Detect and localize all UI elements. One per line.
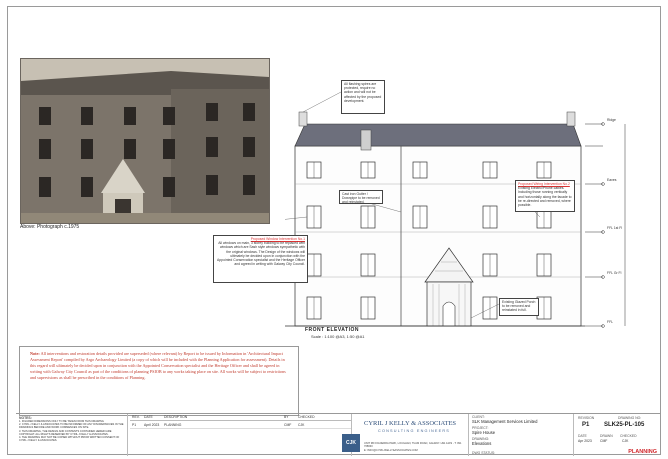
firm-email: E: INFO@CYRILJKELLY&ASSOCIATES.COM <box>364 449 418 452</box>
client-name: SLK Management Services Limited <box>472 419 538 424</box>
callout-wiring: Proposed Wiring Intervention No.2 Existi… <box>515 180 575 212</box>
drawn-label: DRAWN <box>600 434 613 438</box>
revision-label: REVISION <box>578 416 595 420</box>
level-label-ffl: FFL <box>607 320 614 324</box>
rev-desc-cell: PLANNING <box>164 422 182 427</box>
rev-by-cell: CMF <box>284 422 292 427</box>
drawn-value: CMF <box>600 439 608 443</box>
rev-header-checked: CHECKED <box>298 415 315 419</box>
rev-checked-cell: CJK <box>298 422 305 427</box>
date-label: DATE <box>578 434 587 438</box>
meta-block: REVISION P1 DRAWING NO: SLK25-PL-105 DAT… <box>574 414 661 456</box>
level-label-ridge: Ridge <box>607 118 616 122</box>
planning-note-body: All interventions and restoration detail… <box>30 351 286 380</box>
front-elevation-drawing: Ridge Eaves FFL 1st Fl FFL Gr Fl FFL All… <box>184 72 659 344</box>
planning-note-label: Note: <box>30 351 40 356</box>
rev-cell: P1 <box>132 422 137 427</box>
callout-porch: Existing Glazed Porch to be removed and … <box>499 298 539 316</box>
elevation-title: FRONT ELEVATION <box>305 327 359 333</box>
revision-value: P1 <box>582 422 590 428</box>
level-label-first-floor: FFL 1st Fl <box>607 226 623 230</box>
firm-logo-text: CJK <box>345 440 356 446</box>
callout-wiring-text: Existing Electric/Phone cables. Includin… <box>518 186 572 208</box>
firm-subtitle: CONSULTING ENGINEERS <box>378 429 451 433</box>
rev-header-rev: REV. <box>132 415 140 419</box>
firm-name: CYRIL J KELLY & ASSOCIATES <box>364 420 457 427</box>
photo-caption: Above: Photograph c.1975 <box>20 224 80 230</box>
note-item-4: 4. THE DRAWING MAY NOT BE COPIED WITHOUT… <box>19 436 120 443</box>
firm-address: UNIT 3B FOLDERRA PARK, LOUGHAN, TUAM ROA… <box>364 442 462 448</box>
planning-note: Note: All interventions and restoration … <box>19 346 299 416</box>
notes-column: NOTES: 1. FIGURED DIMENSIONS ONLY TO BE … <box>16 414 128 456</box>
title-block: NOTES: 1. FIGURED DIMENSIONS ONLY TO BE … <box>16 413 661 456</box>
checked-value: CJK <box>622 439 629 443</box>
revision-table: REV. DATE DESCRIPTION BY CHECKED P1 Apri… <box>130 414 352 456</box>
level-label-ground-floor: FFL Gr Fl <box>607 271 622 275</box>
status-badge: PLANNING <box>628 449 657 455</box>
callout-spires: All flashing spires are protected, requi… <box>341 80 385 114</box>
drawing-name: Elevations <box>472 441 492 446</box>
elevation-scale: Scale : 1:100 @A3, 1:50 @A1 <box>311 334 365 339</box>
project-name: Spire House <box>472 430 496 435</box>
drawing-no-value: SLK25-PL-105 <box>604 422 645 428</box>
client-block: CLIENT: SLK Management Services Limited … <box>468 414 574 456</box>
status-label: DWG STATUS: <box>472 451 496 455</box>
date-value: Apr 2023 <box>578 439 592 443</box>
drawing-no-label: DRAWING NO: <box>618 416 642 420</box>
checked-label: CHECKED <box>620 434 637 438</box>
callout-windows: Proposed Window Intervention No.1 All wi… <box>213 235 308 283</box>
callout-windows-text: All windows on main, 3 storey building t… <box>217 241 305 267</box>
historic-photograph <box>20 58 270 224</box>
firm-logo: CJK <box>342 434 360 452</box>
firm-block: CJK CYRIL J KELLY & ASSOCIATES CONSULTIN… <box>338 418 468 456</box>
planning-note-text: Note: All interventions and restoration … <box>30 351 288 381</box>
callout-gutter: Cast iron Gutter / Downpipe to be remove… <box>339 190 383 204</box>
rev-header-by: BY <box>284 415 289 419</box>
rev-header-date: DATE <box>144 415 153 419</box>
rev-header-description: DESCRIPTION <box>164 415 188 419</box>
table-row: P1 April 2023 PLANNING CMF CJK <box>130 421 351 429</box>
rev-date-cell: April 2023 <box>144 422 160 427</box>
level-label-eaves: Eaves <box>607 178 617 182</box>
